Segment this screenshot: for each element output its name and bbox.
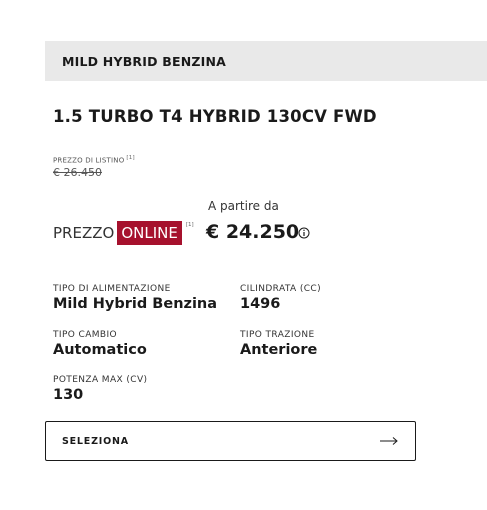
select-button[interactable]: SELEZIONA	[45, 421, 416, 461]
list-price-label-text: PREZZO DI LISTINO	[53, 156, 125, 165]
list-price-footnote[interactable]: [1]	[126, 155, 134, 161]
online-price: € 24.250	[206, 221, 300, 243]
spec-value: Mild Hybrid Benzina	[53, 296, 218, 312]
spec-fuel-type: TIPO DI ALIMENTAZIONE Mild Hybrid Benzin…	[53, 284, 217, 312]
arrow-right-icon	[380, 437, 398, 445]
online-price-footnote[interactable]: [1]	[186, 222, 194, 228]
spec-value: 130	[53, 387, 84, 403]
spec-value: 1496	[240, 296, 281, 312]
spec-label: TIPO CAMBIO	[53, 330, 118, 340]
spec-max-power: POTENZA MAX (CV) 130	[53, 375, 147, 403]
spec-label: TIPO TRAZIONE	[240, 330, 315, 340]
spec-transmission: TIPO CAMBIO Automatico	[53, 330, 147, 358]
list-price-label: PREZZO DI LISTINO [1]	[53, 155, 135, 164]
spec-displacement: CILINDRATA (CC) 1496	[240, 284, 321, 312]
info-icon[interactable]	[298, 227, 310, 239]
spec-label: TIPO DI ALIMENTAZIONE	[53, 284, 171, 294]
select-button-label: SELEZIONA	[62, 435, 129, 447]
model-name: 1.5 TURBO T4 HYBRID 130CV FWD	[53, 107, 377, 126]
online-badge: ONLINE	[117, 221, 182, 245]
list-price: € 26.450	[53, 166, 102, 179]
spec-traction: TIPO TRAZIONE Anteriore	[240, 330, 317, 358]
spec-label: POTENZA MAX (CV)	[53, 375, 148, 385]
powertrain-title: MILD HYBRID BENZINA	[62, 53, 227, 69]
powertrain-header: MILD HYBRID BENZINA	[45, 41, 487, 81]
spec-value: Automatico	[53, 342, 147, 358]
spec-value: Anteriore	[240, 342, 318, 358]
spec-label: CILINDRATA (CC)	[240, 284, 322, 294]
online-price-label: PREZZO ONLINE [1]	[53, 220, 194, 246]
online-price-word: PREZZO	[53, 224, 115, 242]
starting-from-label: A partire da	[208, 199, 279, 213]
